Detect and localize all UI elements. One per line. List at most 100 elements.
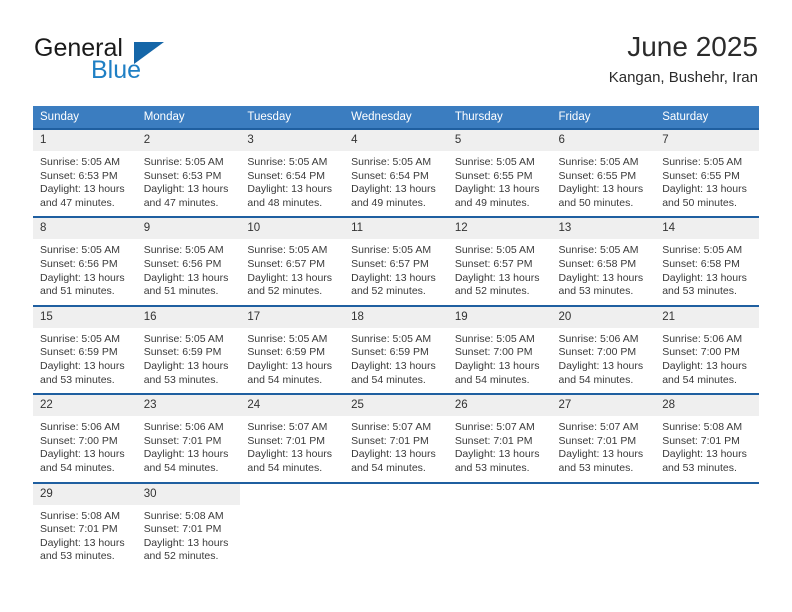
sunrise-text: Sunrise: 5:07 AM: [351, 421, 432, 434]
daylight-text-line2: and 53 minutes.: [454, 461, 530, 474]
title-block: June 2025 Kangan, Bushehr, Iran: [609, 30, 758, 89]
sunset-text: Sunset: 6:57 PM: [247, 257, 326, 270]
daylight-text-line2: and 53 minutes.: [558, 461, 634, 474]
calendar-week-row: 1 Sunrise: 5:05 AM Sunset: 6:53 PM Daylight…: [33, 127, 759, 218]
sunset-text: Sunset: 7:01 PM: [40, 523, 118, 536]
daylight-text-line2: and 53 minutes.: [558, 285, 634, 298]
calendar-day-cell[interactable]: 1 Sunrise: 5:05 AM Sunset: 6:53 PM Daylight…: [33, 127, 137, 218]
calendar-day-cell[interactable]: 20 Sunrise: 5:06 AM Sunset: 7:00 PM Dayligh…: [551, 304, 656, 395]
daylight-text-line2: and 54 minutes.: [662, 373, 737, 386]
sunset-text: Sunset: 6:59 PM: [143, 346, 222, 359]
day-details: Sunrise: 5:05 AM Sunset: 6:54 PM Daylight:…: [344, 151, 448, 216]
sunset-text: Sunset: 6:57 PM: [454, 257, 533, 270]
day-cell-inner: 1 Sunrise: 5:05 AM Sunset: 6:53 PM Daylight…: [33, 130, 137, 216]
daylight-text-line1: Daylight: 13 hours: [143, 183, 229, 196]
calendar-day-cell[interactable]: 25 Sunrise: 5:07 AM Sunset: 7:01 PM Dayligh…: [344, 393, 448, 483]
day-details: Sunrise: 5:06 AM Sunset: 7:00 PM Daylight:…: [552, 328, 656, 393]
sunrise-text: Sunrise: 5:05 AM: [662, 156, 743, 168]
calendar-day-cell[interactable]: 2 Sunrise: 5:05 AM Sunset: 6:53 PM Daylight…: [136, 127, 241, 218]
day-number: 7: [655, 130, 759, 151]
calendar-day-cell[interactable]: 12 Sunrise: 5:05 AM Sunset: 6:57 PM Dayligh…: [447, 216, 552, 306]
day-details: Sunrise: 5:05 AM Sunset: 6:55 PM Daylight:…: [655, 151, 759, 216]
daylight-text-line2: and 51 minutes.: [40, 285, 115, 298]
sunset-text: Sunset: 6:54 PM: [247, 169, 326, 182]
daylight-text-line1: Daylight: 13 hours: [40, 271, 125, 284]
calendar-day-cell[interactable]: 19 Sunrise: 5:05 AM Sunset: 7:00 PM Dayligh…: [447, 304, 552, 395]
daylight-text-line2: and 53 minutes.: [40, 550, 115, 563]
calendar-day-cell[interactable]: 21 Sunrise: 5:06 AM Sunset: 7:00 PM Dayligh…: [655, 304, 759, 395]
day-details: [344, 505, 448, 516]
day-details: Sunrise: 5:05 AM Sunset: 6:59 PM Daylight:…: [33, 328, 137, 393]
daylight-text-line1: Daylight: 13 hours: [247, 359, 333, 372]
daylight-text-line2: and 52 minutes.: [351, 285, 426, 298]
logo-text-blue: Blue: [91, 56, 142, 84]
general-blue-logo[interactable]: General Blue: [34, 34, 254, 90]
day-cell-inner: 27 Sunrise: 5:07 AM Sunset: 7:01 PM Dayligh…: [551, 395, 656, 481]
sunrise-text: Sunrise: 5:05 AM: [558, 156, 639, 168]
day-number: 3: [240, 130, 345, 151]
sunrise-text: Sunrise: 5:05 AM: [662, 244, 743, 257]
daylight-text-line1: Daylight: 13 hours: [454, 359, 540, 372]
month-calendar-table: Sunday Monday Tuesday Wednesday Thursday…: [33, 106, 759, 570]
calendar-day-cell[interactable]: 27 Sunrise: 5:07 AM Sunset: 7:01 PM Dayligh…: [551, 393, 656, 483]
calendar-day-cell[interactable]: 24 Sunrise: 5:07 AM Sunset: 7:01 PM Dayligh…: [240, 393, 345, 483]
calendar-day-cell[interactable]: 26 Sunrise: 5:07 AM Sunset: 7:01 PM Dayligh…: [447, 393, 552, 483]
day-cell-inner: 11 Sunrise: 5:05 AM Sunset: 6:57 PM Dayligh…: [344, 218, 448, 304]
daylight-text-line2: and 51 minutes.: [143, 285, 219, 298]
calendar-day-cell[interactable]: 3 Sunrise: 5:05 AM Sunset: 6:54 PM Daylight…: [240, 127, 345, 218]
calendar-day-cell[interactable]: 7 Sunrise: 5:05 AM Sunset: 6:55 PM Daylight…: [655, 127, 759, 218]
day-details: Sunrise: 5:05 AM Sunset: 6:59 PM Daylight:…: [344, 328, 448, 393]
sunrise-text: Sunrise: 5:07 AM: [558, 421, 639, 434]
daylight-text-line2: and 49 minutes.: [454, 196, 530, 209]
day-number: 8: [33, 218, 137, 240]
calendar-day-cell[interactable]: 17 Sunrise: 5:05 AM Sunset: 6:59 PM Dayligh…: [240, 304, 345, 395]
day-number: 2: [136, 130, 241, 151]
calendar-day-cell[interactable]: 22 Sunrise: 5:06 AM Sunset: 7:00 PM Dayligh…: [33, 393, 137, 483]
calendar-empty-cell: [344, 481, 448, 570]
calendar-day-cell[interactable]: 23 Sunrise: 5:06 AM Sunset: 7:01 PM Dayligh…: [136, 393, 241, 483]
calendar-day-cell[interactable]: 30 Sunrise: 5:08 AM Sunset: 7:01 PM Dayligh…: [136, 481, 241, 570]
day-cell-inner: [240, 483, 345, 562]
sunrise-text: Sunrise: 5:05 AM: [351, 244, 432, 257]
calendar-day-cell[interactable]: 11 Sunrise: 5:05 AM Sunset: 6:57 PM Dayligh…: [344, 216, 448, 306]
day-cell-inner: 3 Sunrise: 5:05 AM Sunset: 6:54 PM Daylight…: [240, 130, 345, 216]
calendar-day-cell[interactable]: 29 Sunrise: 5:08 AM Sunset: 7:01 PM Dayligh…: [33, 481, 137, 570]
day-cell-inner: [551, 483, 656, 562]
sunset-text: Sunset: 6:53 PM: [40, 169, 118, 182]
day-cell-inner: [655, 483, 759, 562]
weekday-header-thursday: Thursday: [447, 106, 552, 129]
daylight-text-line2: and 50 minutes.: [558, 196, 634, 209]
calendar-day-cell[interactable]: 18 Sunrise: 5:05 AM Sunset: 6:59 PM Dayligh…: [344, 304, 448, 395]
day-details: [240, 505, 344, 516]
calendar-day-cell[interactable]: 4 Sunrise: 5:05 AM Sunset: 6:54 PM Daylight…: [344, 127, 448, 218]
calendar-day-cell[interactable]: 8 Sunrise: 5:05 AM Sunset: 6:56 PM Daylight…: [33, 216, 137, 306]
sunset-text: Sunset: 7:00 PM: [558, 346, 637, 359]
calendar-day-cell[interactable]: 9 Sunrise: 5:05 AM Sunset: 6:56 PM Daylight…: [136, 216, 241, 306]
day-number: [655, 483, 759, 505]
calendar-day-cell[interactable]: 28 Sunrise: 5:08 AM Sunset: 7:01 PM Dayligh…: [655, 393, 759, 483]
sunrise-text: Sunrise: 5:05 AM: [143, 156, 224, 168]
sunrise-text: Sunrise: 5:05 AM: [247, 332, 328, 345]
day-number: 25: [344, 395, 448, 417]
calendar-day-cell[interactable]: 10 Sunrise: 5:05 AM Sunset: 6:57 PM Dayligh…: [240, 216, 345, 306]
calendar-day-cell[interactable]: 14 Sunrise: 5:05 AM Sunset: 6:58 PM Dayligh…: [655, 216, 759, 306]
calendar-day-cell[interactable]: 13 Sunrise: 5:05 AM Sunset: 6:58 PM Dayligh…: [551, 216, 656, 306]
day-cell-inner: 19 Sunrise: 5:05 AM Sunset: 7:00 PM Dayligh…: [447, 306, 552, 393]
calendar-day-cell[interactable]: 16 Sunrise: 5:05 AM Sunset: 6:59 PM Dayligh…: [136, 304, 241, 395]
calendar-day-cell[interactable]: 5 Sunrise: 5:05 AM Sunset: 6:55 PM Daylight…: [447, 127, 552, 218]
calendar-day-cell[interactable]: 15 Sunrise: 5:05 AM Sunset: 6:59 PM Dayligh…: [33, 304, 137, 395]
day-cell-inner: 24 Sunrise: 5:07 AM Sunset: 7:01 PM Dayligh…: [240, 395, 345, 481]
day-cell-inner: 12 Sunrise: 5:05 AM Sunset: 6:57 PM Dayligh…: [447, 218, 552, 304]
sunset-text: Sunset: 6:53 PM: [143, 169, 222, 182]
daylight-text-line1: Daylight: 13 hours: [662, 448, 747, 461]
sunrise-text: Sunrise: 5:07 AM: [247, 421, 328, 434]
daylight-text-line2: and 54 minutes.: [351, 461, 426, 474]
day-number: 30: [136, 483, 241, 505]
day-cell-inner: 9 Sunrise: 5:05 AM Sunset: 6:56 PM Daylight…: [136, 218, 241, 304]
calendar-day-cell[interactable]: 6 Sunrise: 5:05 AM Sunset: 6:55 PM Daylight…: [551, 127, 656, 218]
day-details: Sunrise: 5:05 AM Sunset: 6:56 PM Daylight:…: [33, 239, 137, 304]
daylight-text-line2: and 54 minutes.: [247, 373, 323, 386]
sunrise-text: Sunrise: 5:05 AM: [40, 156, 120, 168]
daylight-text-line2: and 53 minutes.: [662, 285, 737, 298]
day-number: 15: [33, 306, 137, 328]
